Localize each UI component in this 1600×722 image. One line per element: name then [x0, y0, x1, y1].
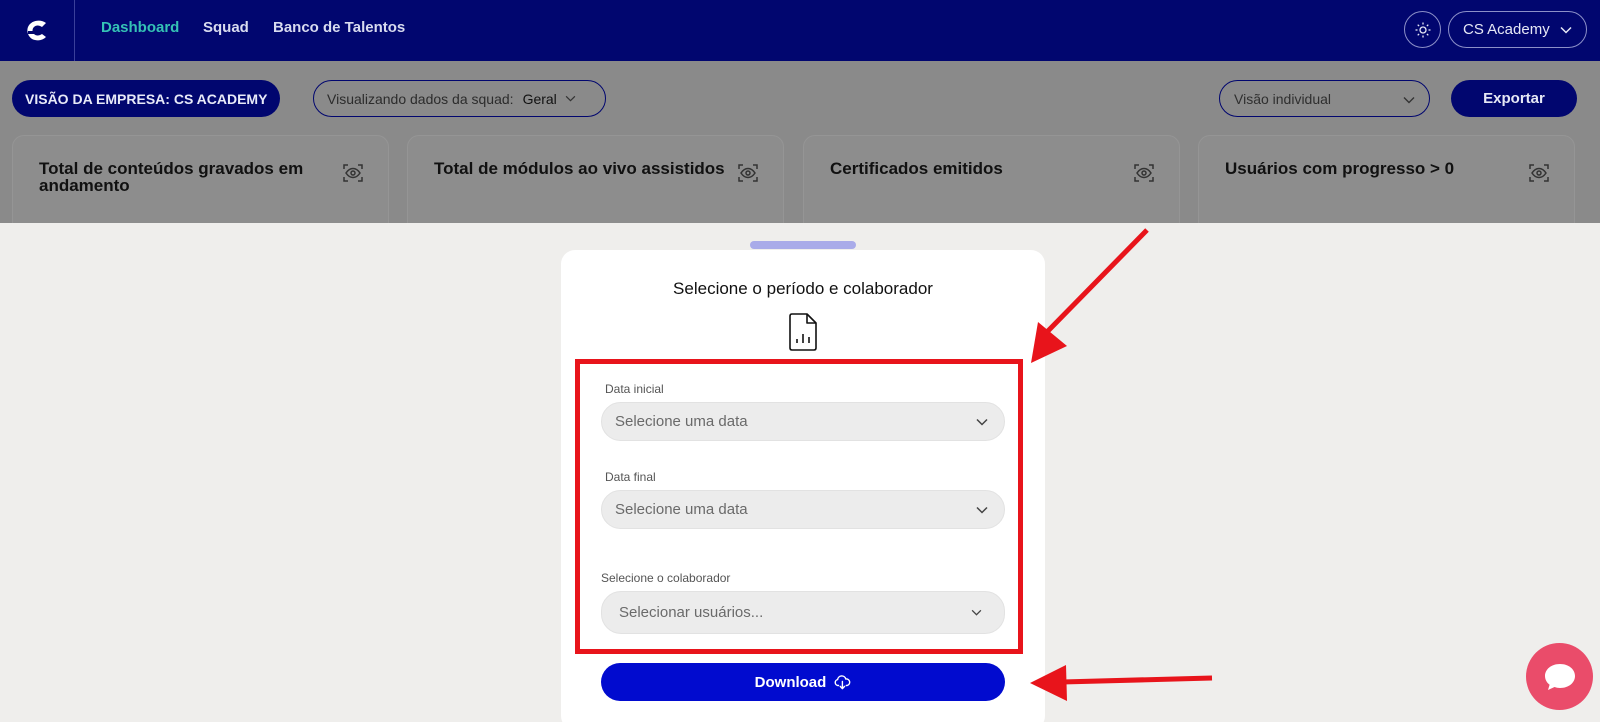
- dashboard-background: VISÃO DA EMPRESA: CS ACADEMY Visualizand…: [0, 61, 1600, 223]
- sun-icon: [1415, 22, 1430, 37]
- file-chart-icon: [789, 313, 817, 351]
- metric-card: Total de conteúdos gravados em andamento: [12, 135, 389, 223]
- squad-prefix: Visualizando dados da squad:: [327, 90, 514, 107]
- company-view-badge: VISÃO DA EMPRESA: CS ACADEMY: [12, 80, 281, 117]
- metric-card-title: Total de módulos ao vivo assistidos: [434, 159, 725, 178]
- annotation-arrow-to-fields: [1031, 228, 1149, 363]
- eye-scan-icon[interactable]: [737, 162, 759, 184]
- sheet-drag-handle[interactable]: [750, 241, 856, 249]
- eye-scan-icon[interactable]: [1133, 162, 1155, 184]
- logo[interactable]: [0, 0, 75, 61]
- nav-link-dashboard[interactable]: Dashboard: [101, 19, 179, 36]
- chat-bubble-icon: [1544, 663, 1575, 690]
- squad-value: Geral: [522, 90, 557, 107]
- chevron-down-icon: [1560, 26, 1572, 34]
- eye-scan-icon[interactable]: [1528, 162, 1550, 184]
- nav-link-banco-de-talentos[interactable]: Banco de Talentos: [273, 19, 405, 36]
- top-navbar: Dashboard Squad Banco de Talentos CS Aca…: [0, 0, 1600, 61]
- metric-card-title: Usuários com progresso > 0: [1225, 159, 1455, 178]
- company-view-label: VISÃO DA EMPRESA: CS ACADEMY: [25, 90, 268, 107]
- annotation-highlight-box: [575, 359, 1023, 654]
- metric-card: Total de módulos ao vivo assistidos: [407, 135, 784, 223]
- eye-scan-icon[interactable]: [342, 162, 364, 184]
- chevron-down-icon: [565, 95, 576, 102]
- modal-title: Selecione o período e colaborador: [673, 279, 933, 298]
- metric-card-title: Certificados emitidos: [830, 159, 1003, 178]
- export-label: Exportar: [1483, 90, 1545, 107]
- chevron-down-icon: [1403, 97, 1415, 104]
- export-button[interactable]: Exportar: [1451, 80, 1577, 117]
- nav-link-squad[interactable]: Squad: [203, 19, 249, 36]
- account-label: CS Academy: [1463, 21, 1550, 38]
- metric-card: Usuários com progresso > 0: [1198, 135, 1575, 223]
- view-mode-value: Visão individual: [1234, 90, 1332, 107]
- metric-card-title: Total de conteúdos gravados em andamento: [39, 159, 304, 195]
- chat-support-button[interactable]: [1526, 643, 1593, 710]
- cs-logo-icon: [27, 20, 46, 40]
- annotation-arrow-to-download: [1030, 665, 1213, 701]
- cloud-download-icon: [834, 674, 851, 689]
- squad-selector[interactable]: Visualizando dados da squad: Geral: [313, 80, 606, 117]
- view-mode-select[interactable]: Visão individual: [1219, 80, 1430, 117]
- download-button[interactable]: Download: [601, 663, 1005, 701]
- download-label: Download: [754, 673, 827, 691]
- account-selector[interactable]: CS Academy: [1448, 11, 1587, 48]
- metric-card: Certificados emitidos: [803, 135, 1180, 223]
- theme-toggle-button[interactable]: [1404, 11, 1441, 48]
